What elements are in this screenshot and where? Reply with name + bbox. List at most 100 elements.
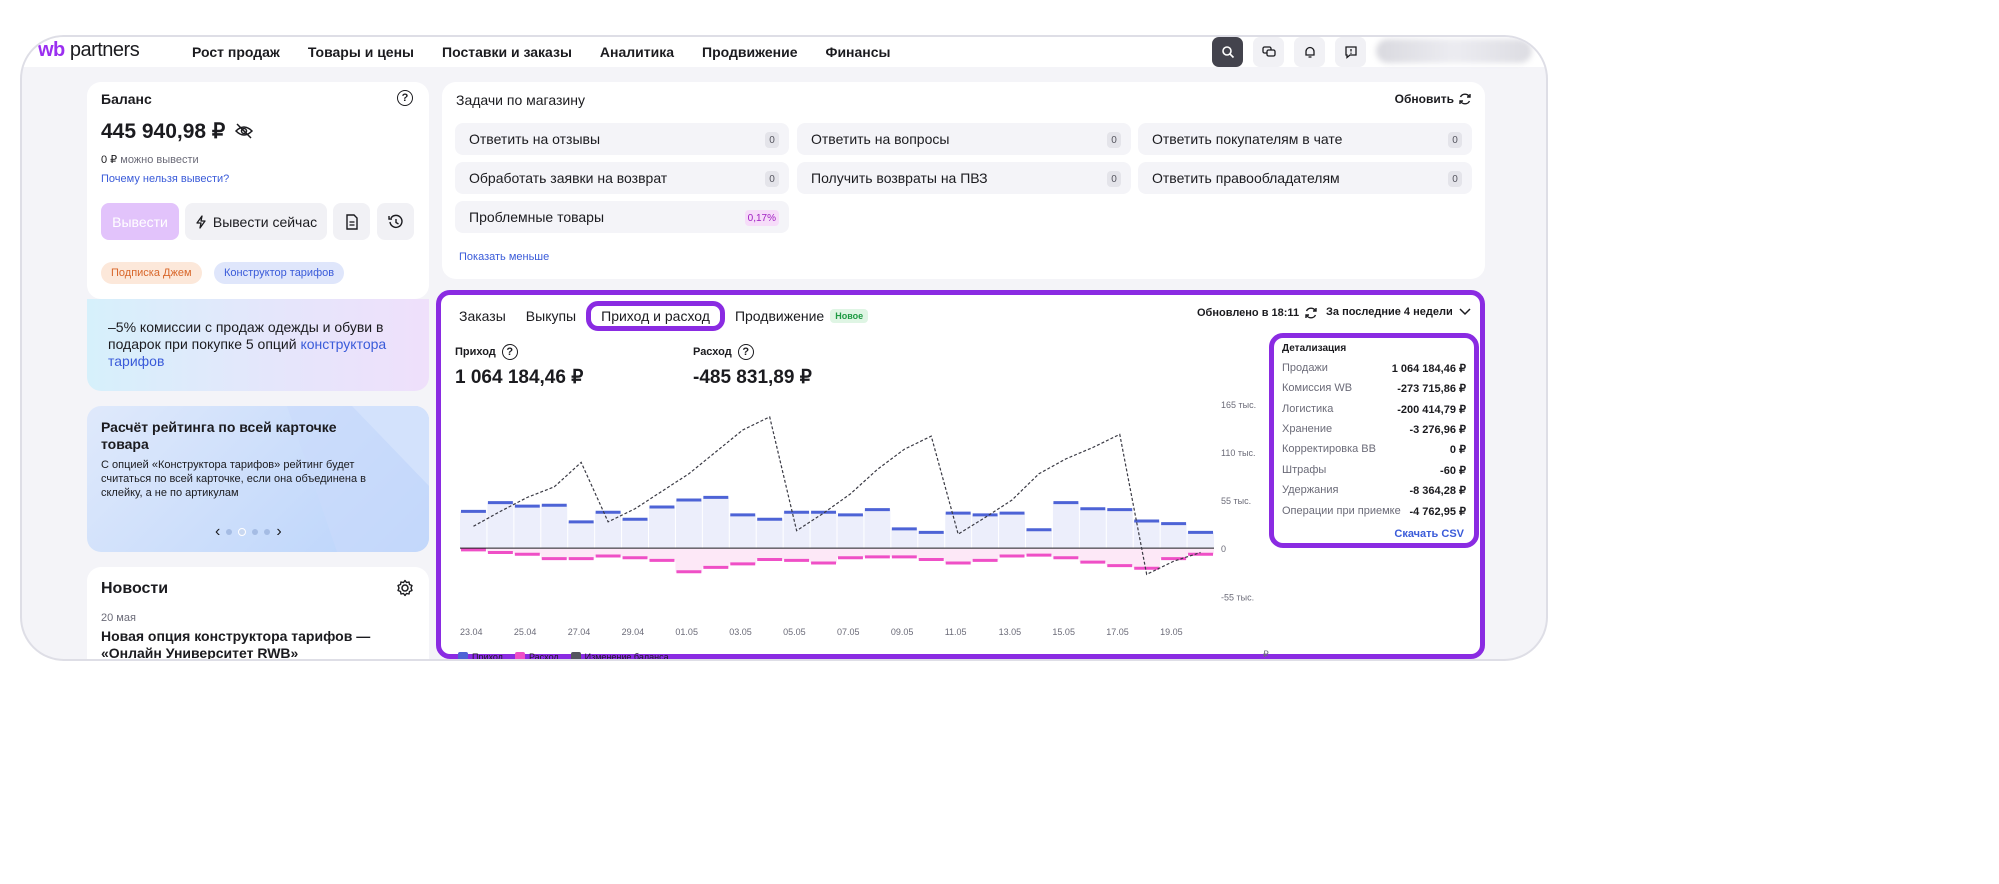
expense-bar: [541, 557, 567, 561]
income-bar: [864, 508, 890, 512]
income-bar: [649, 505, 675, 509]
income-bar: [461, 509, 486, 513]
detail-row: Хранение -3 276,96 ₽: [1282, 423, 1466, 436]
task-label: Проблемные товары: [469, 209, 605, 225]
task-label: Ответить покупателям в чате: [1152, 131, 1343, 147]
detail-label: Логистика: [1282, 403, 1334, 415]
support-button[interactable]: [1335, 37, 1366, 67]
income-bar: [703, 495, 729, 499]
logo-wb: wb: [38, 39, 65, 61]
legend-income[interactable]: Приход: [458, 652, 503, 659]
y-tick-label: 165 тыс.: [1221, 400, 1256, 410]
lightning-icon: [196, 214, 206, 229]
show-less-link[interactable]: Показать меньше: [459, 251, 549, 263]
why-cannot-withdraw-link[interactable]: Почему нельзя вывести?: [101, 173, 229, 185]
nav-sales-growth[interactable]: Рост продаж: [192, 44, 280, 60]
income-bar: [568, 520, 594, 524]
detail-panel: Детализация Продажи 1 064 184,46 ₽ Комисс…: [1269, 333, 1479, 548]
refresh-button[interactable]: Обновить: [1395, 92, 1472, 106]
checkbox-icon: [458, 652, 468, 659]
legend-balance-label: Изменение баланса: [584, 652, 669, 661]
x-tick-label: 11.05: [945, 627, 967, 637]
legend-balance-change[interactable]: Изменение баланса: [570, 652, 669, 661]
income-bar: [784, 510, 810, 514]
expense-bar: [838, 556, 863, 560]
news-headline[interactable]: Новая опция конструктора тарифов — «Онла…: [101, 628, 421, 659]
nav-products-prices[interactable]: Товары и цены: [308, 44, 414, 60]
income-bar: [1134, 519, 1160, 523]
detail-label: Корректировка ВВ: [1282, 443, 1376, 455]
expense-bar: [945, 561, 971, 565]
chat-icon: [1261, 46, 1276, 57]
download-csv-link[interactable]: Скачать CSV: [1394, 528, 1464, 540]
x-tick-label: 29.04: [622, 627, 645, 637]
chip-subscription-jam[interactable]: Подписка Джем: [101, 262, 202, 284]
carousel-pagination: ‹ ›: [215, 523, 282, 541]
promo-banner[interactable]: –5% комиссии с продаж одежды и обуви в п…: [87, 299, 429, 391]
task-label: Ответить правообладателям: [1152, 170, 1340, 186]
expense-bar: [676, 570, 702, 574]
chevron-left-icon[interactable]: ‹: [215, 523, 220, 541]
detail-value: -200 414,79 ₽: [1397, 404, 1466, 416]
detail-title: Детализация: [1282, 343, 1347, 354]
expense-bar: [1053, 556, 1079, 560]
withdraw-button[interactable]: Вывести: [101, 203, 179, 240]
income-bar: [891, 527, 917, 531]
task-process-returns[interactable]: Обработать заявки на возврат 0: [455, 162, 789, 194]
income-bar: [595, 510, 621, 514]
task-problem-products[interactable]: Проблемные товары 0,17%: [455, 201, 789, 233]
task-label: Обработать заявки на возврат: [469, 170, 668, 186]
news-date: 20 мая: [101, 612, 136, 624]
help-icon[interactable]: ?: [397, 90, 413, 106]
task-count: 0,17%: [744, 210, 779, 226]
income-bar: [514, 504, 540, 508]
carousel-dot[interactable]: [226, 529, 233, 535]
nav-analytics[interactable]: Аналитика: [600, 44, 674, 60]
logo[interactable]: wb partners: [38, 39, 140, 62]
chip-tariff-constructor[interactable]: Конструктор тарифов: [214, 262, 345, 284]
detail-label: Комиссия WB: [1282, 382, 1353, 394]
nav-promotion[interactable]: Продвижение: [702, 44, 797, 60]
detail-label: Хранение: [1282, 423, 1333, 435]
notifications-button[interactable]: [1294, 37, 1325, 67]
withdraw-now-label: Вывести сейчас: [212, 213, 318, 230]
carousel-dot[interactable]: [252, 529, 259, 535]
user-profile[interactable]: [1376, 39, 1532, 63]
expense-bar: [595, 554, 621, 558]
legend-expense[interactable]: Расход: [514, 652, 559, 659]
eye-off-icon[interactable]: [234, 123, 254, 139]
income-bar: [676, 498, 702, 502]
x-tick-label: 25.04: [514, 627, 537, 637]
document-button[interactable]: [333, 203, 370, 240]
nav-supplies-orders[interactable]: Поставки и заказы: [442, 44, 572, 60]
chevron-right-icon[interactable]: ›: [276, 523, 281, 541]
income-bar: [811, 510, 836, 514]
task-label: Ответить на вопросы: [811, 131, 950, 147]
search-button[interactable]: [1212, 37, 1243, 67]
gear-icon[interactable]: [396, 579, 414, 597]
history-button[interactable]: [377, 203, 414, 240]
chat-button[interactable]: [1253, 37, 1284, 67]
nav-finance[interactable]: Финансы: [826, 44, 891, 60]
income-bar: [1080, 507, 1106, 511]
finance-card: Заказы Выкупы Приход и расход Продвижени…: [436, 290, 1485, 659]
carousel-dot[interactable]: [264, 529, 271, 535]
detail-row: Логистика -200 414,79 ₽: [1282, 403, 1466, 416]
expense-bar: [461, 548, 486, 552]
task-reply-chat[interactable]: Ответить покупателям в чате 0: [1138, 123, 1472, 155]
withdraw-now-button[interactable]: Вывести сейчас: [185, 203, 327, 240]
carousel-dot-active[interactable]: [238, 528, 247, 536]
task-reply-reviews[interactable]: Ответить на отзывы 0: [455, 123, 789, 155]
detail-row: Операции при приемке -4 762,95 ₽: [1282, 505, 1466, 518]
support-icon: [1344, 46, 1357, 59]
y-tick-label: 110 тыс.: [1221, 448, 1255, 458]
task-reply-rightholders[interactable]: Ответить правообладателям 0: [1138, 162, 1472, 194]
task-pvz-returns[interactable]: Получить возвраты на ПВЗ 0: [797, 162, 1131, 194]
expense-bar: [972, 558, 998, 562]
expense-bar: [649, 558, 675, 562]
task-reply-questions[interactable]: Ответить на вопросы 0: [797, 123, 1131, 155]
balance-amount: 445 940,98 ₽: [101, 120, 226, 143]
income-bar: [487, 501, 513, 505]
news-title: Новости: [101, 580, 169, 597]
rating-banner[interactable]: Расчёт рейтинга по всей карточке товара …: [87, 406, 429, 552]
